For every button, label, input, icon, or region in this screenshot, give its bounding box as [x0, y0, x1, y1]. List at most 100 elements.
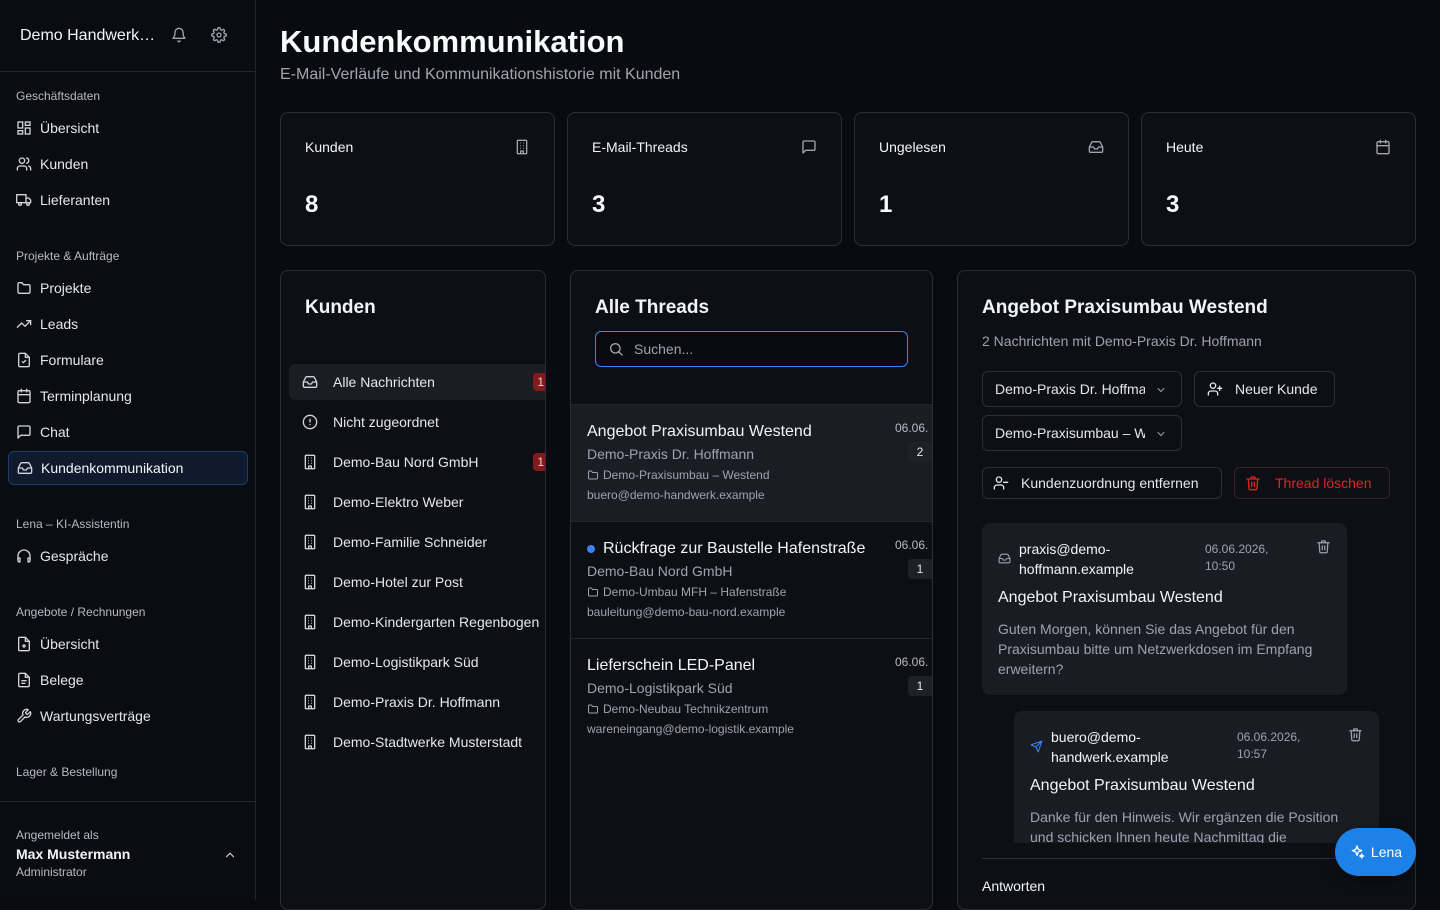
trending-icon	[16, 316, 40, 332]
delete-thread-button[interactable]: Thread löschen	[1234, 467, 1390, 499]
thread-title-row: Rückfrage zur Baustelle Hafenstraße	[587, 540, 865, 558]
sidebar-item-angebote-uebersicht[interactable]: Übersicht	[8, 627, 248, 661]
customer-label: Demo-Logistikpark Süd	[333, 654, 479, 670]
thread-email: buero@demo-handwerk.example	[587, 488, 765, 502]
page-title: Kundenkommunikation	[280, 24, 625, 59]
sidebar-item-projekte[interactable]: Projekte	[8, 271, 248, 305]
trash-icon[interactable]	[1316, 539, 1331, 554]
user-menu[interactable]: Angemeldet als Max Mustermann Administra…	[0, 801, 255, 900]
remove-assignment-button[interactable]: Kundenzuordnung entfernen	[982, 467, 1222, 499]
inbox-icon	[1088, 139, 1104, 155]
stat-label: Kunden	[305, 139, 354, 155]
message-list: praxis@demo-hoffmann.example 06.06.2026,…	[982, 523, 1392, 843]
inbox-icon	[17, 460, 41, 476]
gear-icon[interactable]	[211, 27, 227, 43]
sidebar-item-label: Chat	[40, 424, 70, 440]
users-icon	[16, 156, 40, 172]
thread-title: Angebot Praxisumbau Westend	[587, 423, 812, 440]
sidebar-item-formulare[interactable]: Formulare	[8, 343, 248, 377]
sidebar-item-chat[interactable]: Chat	[8, 415, 248, 449]
thread-item[interactable]: Lieferschein LED-Panel Demo-Logistikpark…	[571, 638, 932, 755]
page-subtitle: E-Mail-Verläufe und Kommunikationshistor…	[280, 66, 681, 83]
sidebar-item-gespraeche[interactable]: Gespräche	[8, 539, 248, 573]
sparkles-icon	[1349, 844, 1371, 860]
stat-value: 3	[592, 191, 606, 218]
customer-label: Demo-Hotel zur Post	[333, 574, 463, 590]
unread-badge: 1	[533, 373, 545, 391]
new-customer-button[interactable]: Neuer Kunde	[1194, 371, 1335, 407]
sidebar-item-label: Kunden	[40, 156, 89, 172]
thread-detail-title: Angebot Praxisumbau Westend	[982, 297, 1268, 318]
user-caption: Angemeldet als	[16, 828, 99, 842]
nav-section-label: Lager & Bestellung	[16, 765, 118, 779]
customer-item[interactable]: Demo-Kindergarten Regenbogen	[289, 604, 545, 640]
project-select[interactable]: Demo-Praxisumbau – Westend	[982, 415, 1182, 451]
thread-project-name: Demo-Umbau MFH – Hafenstraße	[603, 585, 787, 599]
thread-project: Demo-Praxisumbau – Westend	[587, 468, 770, 482]
building-icon	[302, 574, 333, 590]
customer-item[interactable]: Demo-Hotel zur Post	[289, 564, 545, 600]
search-input[interactable]: Suchen...	[634, 341, 693, 357]
sidebar-item-terminplanung[interactable]: Terminplanung	[8, 379, 248, 413]
message-subject: Angebot Praxisumbau Westend	[1030, 777, 1255, 794]
sidebar-item-uebersicht[interactable]: Übersicht	[8, 111, 248, 145]
customer-item[interactable]: Demo-Logistikpark Süd	[289, 644, 545, 680]
trash-icon[interactable]	[1348, 727, 1363, 742]
chevron-up-icon[interactable]	[223, 848, 237, 862]
message-outgoing: buero@demo-handwerk.example 06.06.2026, …	[1014, 711, 1379, 843]
customer-label: Demo-Bau Nord GmbH	[333, 454, 479, 470]
bell-icon[interactable]	[171, 27, 187, 43]
stat-value: 8	[305, 191, 319, 218]
thread-email: bauleitung@demo-bau-nord.example	[587, 605, 786, 619]
stat-card-email-threads: E-Mail-Threads 3	[567, 112, 842, 246]
thread-title: Lieferschein LED-Panel	[587, 657, 756, 674]
thread-email: wareneingang@demo-logistik.example	[587, 722, 794, 736]
sidebar-item-lieferanten[interactable]: Lieferanten	[8, 183, 248, 217]
document-icon	[16, 636, 40, 652]
trash-icon	[1245, 475, 1261, 491]
message-date: 06.06.2026, 10:57	[1237, 730, 1301, 761]
sidebar-item-leads[interactable]: Leads	[8, 307, 248, 341]
customer-label: Nicht zugeordnet	[333, 414, 439, 430]
project-select-value: Demo-Praxisumbau – Westend	[995, 425, 1145, 441]
customers-panel: Kunden Alle Nachrichten 1 Nicht zugeordn…	[280, 270, 546, 910]
thread-detail-panel: Angebot Praxisumbau Westend 2 Nachrichte…	[957, 270, 1416, 910]
sidebar-item-belege[interactable]: Belege	[8, 663, 248, 697]
thread-customer: Demo-Bau Nord GmbH	[587, 563, 733, 579]
stat-label: E-Mail-Threads	[592, 139, 688, 155]
thread-item[interactable]: Angebot Praxisumbau Westend Demo-Praxis …	[571, 404, 932, 521]
organization-name[interactable]: Demo Handwerksbetrieb	[20, 27, 158, 45]
sidebar-item-label: Übersicht	[40, 636, 100, 652]
search-icon	[608, 341, 634, 357]
customer-item-nicht-zugeordnet[interactable]: Nicht zugeordnet	[289, 404, 545, 440]
customer-item[interactable]: Demo-Elektro Weber	[289, 484, 545, 520]
lena-assistant-button[interactable]: Lena	[1335, 828, 1416, 876]
thread-item[interactable]: Rückfrage zur Baustelle Hafenstraße Demo…	[571, 521, 932, 638]
sidebar-item-label: Projekte	[40, 280, 92, 296]
sidebar-item-label: Übersicht	[40, 120, 100, 136]
customer-item[interactable]: Demo-Stadtwerke Musterstadt	[289, 724, 545, 760]
sidebar-item-kundenkommunikation[interactable]: Kundenkommunikation	[8, 451, 248, 485]
new-customer-label: Neuer Kunde	[1235, 381, 1318, 397]
thread-title: Rückfrage zur Baustelle Hafenstraße	[603, 540, 866, 557]
search-box[interactable]: Suchen...	[595, 331, 908, 367]
sidebar-item-wartungsvertraege[interactable]: Wartungsverträge	[8, 699, 248, 733]
customer-item[interactable]: Demo-Familie Schneider	[289, 524, 545, 560]
building-icon	[302, 454, 333, 470]
lena-label: Lena	[1370, 844, 1403, 860]
sidebar-header: Demo Handwerksbetrieb	[0, 0, 255, 72]
customer-item[interactable]: Demo-Praxis Dr. Hoffmann	[289, 684, 545, 720]
customer-item-alle-nachrichten[interactable]: Alle Nachrichten 1	[289, 364, 545, 400]
sidebar-item-label: Gespräche	[40, 548, 109, 564]
thread-message-count: 2	[908, 442, 932, 462]
customer-select[interactable]: Demo-Praxis Dr. Hoffmann	[982, 371, 1182, 407]
sidebar-item-label: Formulare	[40, 352, 104, 368]
sidebar-item-label: Kundenkommunikation	[41, 460, 184, 476]
thread-project: Demo-Neubau Technikzentrum	[587, 702, 768, 716]
customer-item[interactable]: Demo-Bau Nord GmbH 1	[289, 444, 545, 480]
sidebar-item-kunden[interactable]: Kunden	[8, 147, 248, 181]
message-date: 06.06.2026, 10:50	[1205, 542, 1269, 573]
sidebar: Demo Handwerksbetrieb Geschäftsdaten Übe…	[0, 0, 256, 900]
delete-thread-label: Thread löschen	[1275, 475, 1372, 491]
chat-icon	[16, 424, 40, 440]
